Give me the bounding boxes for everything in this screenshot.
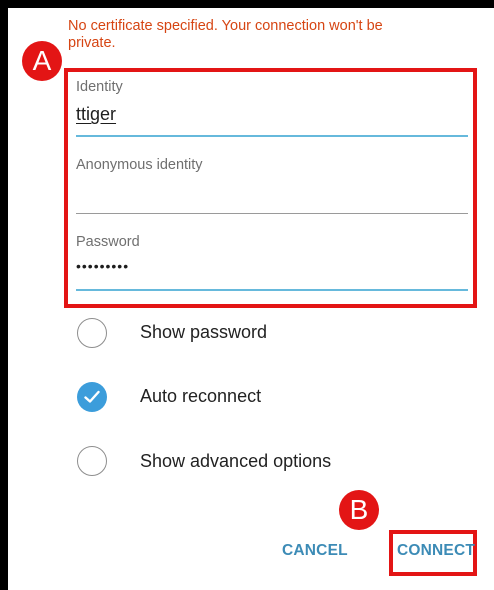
show-password-checkbox[interactable]	[77, 318, 107, 348]
cancel-button[interactable]: CANCEL	[282, 542, 348, 560]
auto-reconnect-checkbox[interactable]	[77, 382, 107, 412]
annotation-badge-b: B	[339, 490, 379, 530]
annotation-badge-a: A	[22, 41, 62, 81]
show-advanced-label[interactable]: Show advanced options	[140, 451, 331, 472]
password-underline	[76, 289, 468, 291]
identity-input[interactable]: ttiger	[76, 104, 116, 125]
anonymous-identity-underline	[76, 213, 468, 214]
show-advanced-checkbox[interactable]	[77, 446, 107, 476]
certificate-warning: No certificate specified. Your connectio…	[68, 18, 383, 51]
identity-label: Identity	[76, 79, 123, 95]
password-label: Password	[76, 234, 140, 250]
anonymous-identity-label: Anonymous identity	[76, 157, 203, 173]
anonymous-identity-input[interactable]	[76, 184, 468, 210]
identity-underline	[76, 135, 468, 137]
check-icon	[84, 390, 100, 403]
connect-button[interactable]: CONNECT	[397, 542, 475, 560]
show-password-label[interactable]: Show password	[140, 322, 267, 343]
password-input[interactable]: •••••••••	[76, 258, 129, 274]
auto-reconnect-label[interactable]: Auto reconnect	[140, 386, 261, 407]
